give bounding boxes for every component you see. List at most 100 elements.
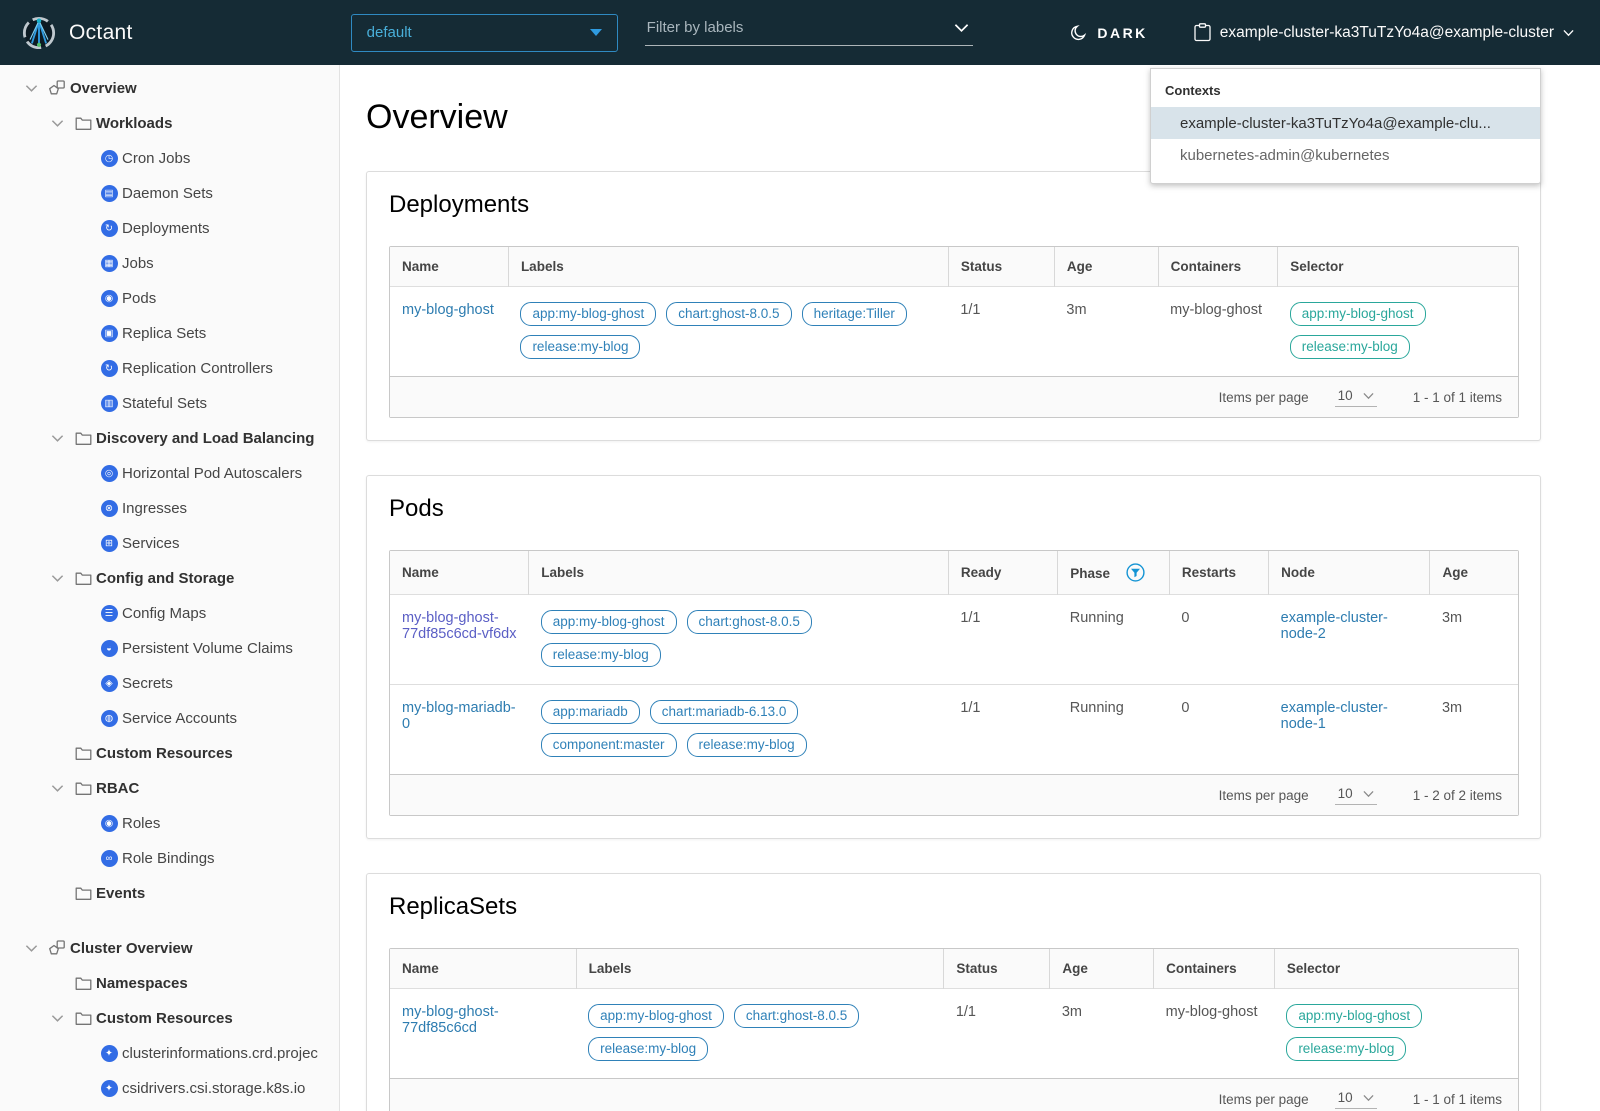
sidebar-item-persistent-volume-claims[interactable]: ◒ Persistent Volume Claims — [0, 631, 339, 666]
sidebar-item-label: Roles — [122, 815, 161, 832]
sidebar-item-cron-jobs[interactable]: ◷ Cron Jobs — [0, 141, 339, 176]
sidebar-item-label: Stateful Sets — [122, 395, 208, 412]
sidebar-item-jobs[interactable]: ▦ Jobs — [0, 246, 339, 281]
sidebar-item-horizontal-pod-autoscalers[interactable]: ◎ Horizontal Pod Autoscalers — [0, 456, 339, 491]
items-per-page-select[interactable]: 10 — [1334, 786, 1377, 805]
sidebar-item-workloads[interactable]: Workloads — [0, 106, 339, 141]
chevron-down-icon[interactable] — [18, 944, 44, 953]
octant-brand[interactable]: Octant — [22, 16, 133, 50]
sidebar-item-deployments[interactable]: ↻ Deployments — [0, 211, 339, 246]
chevron-down-icon[interactable] — [44, 434, 70, 443]
sidebar-item-label: Custom Resources — [96, 745, 233, 762]
roles-icon: ◉ — [96, 815, 122, 832]
label-chip: release:my-blog — [540, 643, 661, 667]
cell-ready: 1/1 — [948, 684, 1058, 774]
ingresses-icon: ⊗ — [96, 500, 122, 517]
horizontal-pod-autoscalers-icon: ◎ — [96, 465, 122, 482]
folder-icon — [70, 781, 96, 796]
sidebar-item-services[interactable]: ⊞ Services — [0, 526, 339, 561]
sidebar-item-daemon-sets[interactable]: ▤ Daemon Sets — [0, 176, 339, 211]
chevron-down-icon[interactable] — [18, 84, 44, 93]
column-header-name: Name — [390, 949, 577, 989]
context-option[interactable]: kubernetes-admin@kubernetes — [1151, 139, 1540, 171]
selector-chip: app:my-blog-ghost — [1286, 1004, 1423, 1028]
sidebar-item-stateful-sets[interactable]: ▥ Stateful Sets — [0, 386, 339, 421]
sidebar-item-label: Horizontal Pod Autoscalers — [122, 465, 303, 482]
sidebar-item-label: Role Bindings — [122, 850, 215, 867]
sidebar-item-namespaces[interactable]: Namespaces — [0, 966, 339, 1001]
card-deployments: Deployments Name Labels Status Age Containers… — [366, 171, 1541, 441]
items-per-page-select[interactable]: 10 — [1334, 388, 1377, 407]
sidebar-item-overview[interactable]: Overview — [0, 71, 339, 106]
name-link[interactable]: my-blog-ghost-77df85c6cd-vf6dx — [402, 610, 516, 642]
sidebar-item-label: Events — [96, 885, 146, 902]
sidebar-item-pods[interactable]: ◉ Pods — [0, 281, 339, 316]
name-link[interactable]: my-blog-mariadb-0 — [402, 700, 516, 732]
main-content: Overview Deployments Name Labels Status Age C… — [341, 65, 1600, 1111]
name-link[interactable]: my-blog-ghost-77df85c6cd — [402, 1004, 499, 1036]
sidebar-item-rbac[interactable]: RBAC — [0, 771, 339, 806]
sidebar-item-secrets[interactable]: ◈ Secrets — [0, 666, 339, 701]
sidebar-item-clusterinformations-crd-projec[interactable]: ✦ clusterinformations.crd.projec — [0, 1036, 339, 1071]
sidebar-item-label: Discovery and Load Balancing — [96, 430, 315, 447]
table-row: my-blog-mariadb-0 app:mariadb chart:mariad… — [390, 684, 1518, 774]
sidebar-item-label: Services — [122, 535, 180, 552]
sidebar-item-roles[interactable]: ◉ Roles — [0, 806, 339, 841]
column-header-name: Name — [390, 551, 529, 595]
sidebar-item-role-bindings[interactable]: ∞ Role Bindings — [0, 841, 339, 876]
contexts-dropdown-title: Contexts — [1165, 83, 1221, 98]
tablewrap-replicasets: Name Labels Status Age Containers Selector my-… — [389, 948, 1519, 1111]
card-replicasets: ReplicaSets Name Labels Status Age Containers… — [366, 873, 1541, 1111]
items-per-page-select[interactable]: 10 — [1334, 1090, 1377, 1109]
chevron-down-icon — [1563, 29, 1574, 36]
sidebar-item-replication-controllers[interactable]: ↻ Replication Controllers — [0, 351, 339, 386]
cell-labels: app:my-blog-ghost chart:ghost-8.0.5 releas… — [576, 988, 944, 1078]
column-header-labels: Labels — [528, 551, 949, 595]
top-navbar: Octant default Filter by labels DARK exa… — [0, 0, 1600, 65]
sidebar-item-label: Config Maps — [122, 605, 207, 622]
column-header-age: Age — [1053, 247, 1159, 287]
labels-chips: app:my-blog-ghost chart:ghost-8.0.5 herita… — [520, 302, 936, 359]
cell-name: my-blog-ghost — [390, 286, 509, 376]
chevron-down-icon[interactable] — [44, 1014, 70, 1023]
column-header-labels: Labels — [575, 949, 944, 989]
sidebar-item-custom-resources[interactable]: Custom Resources — [0, 736, 339, 771]
sidebar-item-discovery-and-load-balancing[interactable]: Discovery and Load Balancing — [0, 421, 339, 456]
sidebar-item-custom-resources[interactable]: Custom Resources — [0, 1001, 339, 1036]
sidebar-item-config-maps[interactable]: ☰ Config Maps — [0, 596, 339, 631]
sidebar-item-service-accounts[interactable]: ◍ Service Accounts — [0, 701, 339, 736]
table-header-row: Name Labels Ready Phase Restarts Node Age — [390, 551, 1518, 595]
chevron-down-icon[interactable] — [44, 784, 70, 793]
filter-icon[interactable] — [1126, 563, 1145, 582]
label-filter-select[interactable]: Filter by labels — [644, 19, 973, 46]
daemon-sets-icon: ▤ — [96, 185, 122, 202]
cell-phase: Running — [1057, 684, 1170, 774]
cell-node: example-cluster-node-1 — [1268, 684, 1430, 774]
jobs-icon: ▦ — [96, 255, 122, 272]
sidebar-item-events[interactable]: Events — [0, 876, 339, 911]
namespace-select[interactable]: default — [350, 13, 618, 52]
config-maps-icon: ☰ — [96, 605, 122, 622]
name-link[interactable]: my-blog-ghost — [402, 302, 494, 318]
cell-selector: app:my-blog-ghost release:my-blog — [1277, 286, 1518, 376]
node-link[interactable]: example-cluster-node-2 — [1281, 610, 1388, 642]
sidebar-item-csidrivers-csi-storage-k8s-io[interactable]: ✦ csidrivers.csi.storage.k8s.io — [0, 1071, 339, 1106]
labels-chips: app:my-blog-ghost chart:ghost-8.0.5 releas… — [588, 1004, 932, 1061]
clusterinformations-crd-projec-icon: ✦ — [96, 1045, 122, 1062]
context-option-selected[interactable]: example-cluster-ka3TuTzYo4a@example-clu.… — [1151, 107, 1540, 139]
sidebar-item-config-and-storage[interactable]: Config and Storage — [0, 561, 339, 596]
pagination-pods: Items per page 10 1 - 2 of 2 items — [390, 774, 1518, 815]
sidebar-item-replica-sets[interactable]: ▣ Replica Sets — [0, 316, 339, 351]
role-bindings-icon: ∞ — [96, 850, 122, 867]
chevron-down-icon[interactable] — [44, 574, 70, 583]
context-selector-button[interactable]: example-cluster-ka3TuTzYo4a@example-clus… — [1194, 23, 1574, 42]
column-header-phase: Phase — [1057, 551, 1170, 595]
sidebar-item-ingresses[interactable]: ⊗ Ingresses — [0, 491, 339, 526]
node-link[interactable]: example-cluster-node-1 — [1281, 700, 1388, 732]
sidebar-item-label: Daemon Sets — [122, 185, 213, 202]
persistent-volume-claims-icon: ◒ — [96, 640, 122, 657]
cell-containers: my-blog-ghost — [1158, 286, 1278, 376]
dark-mode-toggle[interactable]: DARK — [1070, 24, 1147, 42]
chevron-down-icon[interactable] — [44, 119, 70, 128]
sidebar-item-cluster-overview[interactable]: Cluster Overview — [0, 931, 339, 966]
